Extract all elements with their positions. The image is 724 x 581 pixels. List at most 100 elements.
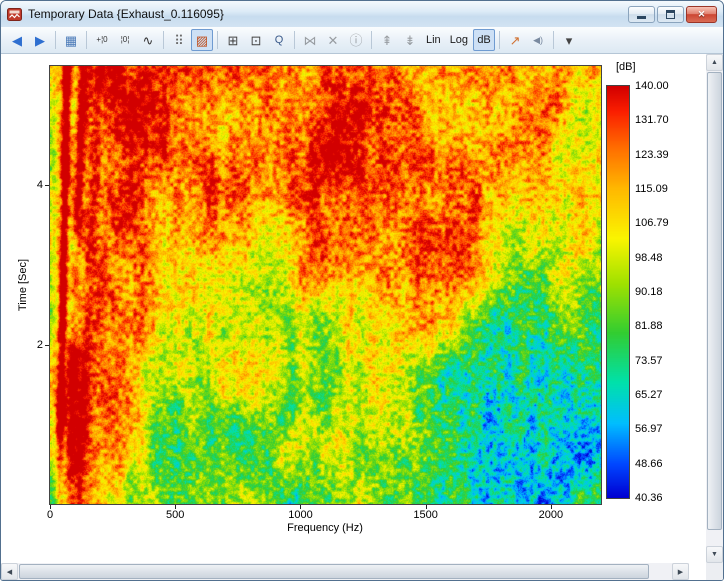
db-scale-button[interactable]: dB <box>473 29 495 51</box>
zoom-reset-icon: ⊡ <box>251 34 262 47</box>
tile-windows-icon: ▦ <box>65 34 77 47</box>
x-tick-label: 1500 <box>413 509 437 521</box>
toolbar-separator <box>163 31 164 49</box>
grid-icon: ⠿ <box>174 34 184 47</box>
colorbar-tick-label: 123.39 <box>635 149 669 161</box>
speaker-icon: ◀) <box>533 36 543 45</box>
log-scale-button[interactable]: Log <box>446 29 472 51</box>
colorbar-tick-label: 56.97 <box>635 423 663 435</box>
marker-icon: ⋈ <box>304 34 317 47</box>
colorbar <box>606 85 630 499</box>
tile-windows-button[interactable]: ▦ <box>60 29 82 51</box>
minimize-icon <box>637 16 646 19</box>
grid-button[interactable]: ⠿ <box>168 29 190 51</box>
scroll-right-button[interactable]: ▶ <box>672 563 689 580</box>
magnifier-icon: Q <box>275 35 284 46</box>
colorbar-tick-label: 115.09 <box>635 183 668 195</box>
arrow-down-icon: ⇟ <box>405 34 416 47</box>
colorbar-tick-label: 73.57 <box>635 355 663 367</box>
toolbar: ◀ ▶ ▦ +¦0 ¦0¦ ∿ ⠿ ▨ ⊞ ⊡ Q ⋈ ✕ ⓘ ⇞ ⇟ Lin LogdB ↗ ◀) ▾ <box>1 27 723 54</box>
horizontal-scroll-thumb[interactable] <box>19 564 649 579</box>
window-title: Temporary Data {Exhaust_0.116095} <box>28 7 224 21</box>
info-icon: ⓘ <box>349 34 362 47</box>
scrollbar-corner <box>706 563 723 580</box>
toolbar-overflow-button[interactable]: ▾ <box>558 29 580 51</box>
colorbar-tick-label: 48.66 <box>635 458 663 470</box>
x-tick-label: 2000 <box>539 509 563 521</box>
chart-area: [dB] Frequency (Hz) Time [Sec] 050010001… <box>1 54 706 563</box>
titlebar[interactable]: Temporary Data {Exhaust_0.116095} ✕ <box>1 1 723 27</box>
toolbar-separator <box>499 31 500 49</box>
export-down-button: ⇟ <box>399 29 421 51</box>
colorbar-tick-label: 90.18 <box>635 286 663 298</box>
x-axis-scale-button[interactable]: +¦0 <box>91 29 113 51</box>
scroll-up-button[interactable]: ▲ <box>706 54 723 71</box>
colorbar-tick-label: 65.27 <box>635 389 663 401</box>
colorbar-unit-label: [dB] <box>616 61 636 73</box>
close-button[interactable]: ✕ <box>686 6 717 23</box>
vertical-scroll-thumb[interactable] <box>707 72 722 530</box>
log-label: Log <box>450 35 468 46</box>
toolbar-separator <box>553 31 554 49</box>
play-icon: ▶ <box>35 34 45 47</box>
toolbar-separator <box>86 31 87 49</box>
arrow-up-icon: ⇞ <box>382 34 393 47</box>
zoom-reset-button[interactable]: ⊡ <box>245 29 267 51</box>
toolbar-separator <box>217 31 218 49</box>
scroll-left-button[interactable]: ◀ <box>1 563 18 580</box>
spectrogram-icon: ▨ <box>196 34 208 47</box>
colorbar-tick-label: 106.79 <box>635 217 669 229</box>
x-tick-label: 1000 <box>288 509 312 521</box>
y-tick-mark <box>45 345 49 346</box>
colorbar-tick-label: 98.48 <box>635 252 663 264</box>
minimize-button[interactable] <box>628 6 655 23</box>
horizontal-scrollbar: ◀ ▶ <box>1 563 689 580</box>
speaker-button[interactable]: ◀) <box>527 29 549 51</box>
zoom-selection-button[interactable]: ⊞ <box>222 29 244 51</box>
curve-scale-icon: ∿ <box>143 34 154 47</box>
x-tick-label: 500 <box>166 509 184 521</box>
x-axis-label: Frequency (Hz) <box>287 522 363 534</box>
export-up-button: ⇞ <box>376 29 398 51</box>
colorbar-tick-label: 140.00 <box>635 80 669 92</box>
window-controls: ✕ <box>628 6 717 23</box>
play-button[interactable]: ▶ <box>29 29 51 51</box>
x-axis-scale-icon: +¦0 <box>96 36 107 44</box>
y-axis-scale-button[interactable]: ¦0¦ <box>114 29 136 51</box>
x-tick-label: 0 <box>47 509 53 521</box>
y-axis-scale-icon: ¦0¦ <box>121 36 130 44</box>
previous-icon: ◀ <box>12 34 22 47</box>
lin-scale-button[interactable]: Lin <box>422 29 445 51</box>
chevron-down-icon: ▾ <box>566 34 573 47</box>
send-to-icon: ↗ <box>510 34 521 47</box>
previous-button[interactable]: ◀ <box>6 29 28 51</box>
content-area: [dB] Frequency (Hz) Time [Sec] 050010001… <box>1 54 723 580</box>
zoom-selection-icon: ⊞ <box>228 34 239 47</box>
vertical-scrollbar: ▲ ▼ <box>706 54 723 563</box>
toolbar-separator <box>294 31 295 49</box>
delete-icon: ✕ <box>328 34 339 47</box>
delete-marker-button: ✕ <box>322 29 344 51</box>
maximize-icon <box>666 10 675 19</box>
toolbar-separator <box>55 31 56 49</box>
y-tick-label: 4 <box>25 179 43 191</box>
y-tick-mark <box>45 185 49 186</box>
lin-label: Lin <box>426 35 441 46</box>
maximize-button[interactable] <box>657 6 684 23</box>
auto-scale-button[interactable]: ∿ <box>137 29 159 51</box>
scroll-down-button[interactable]: ▼ <box>706 546 723 563</box>
colorbar-tick-label: 81.88 <box>635 320 663 332</box>
db-label: dB <box>477 35 490 46</box>
y-tick-label: 2 <box>25 339 43 351</box>
colorbar-tick-label: 40.36 <box>635 492 663 504</box>
app-icon <box>7 7 22 22</box>
marker-button: ⋈ <box>299 29 321 51</box>
send-to-button[interactable]: ↗ <box>504 29 526 51</box>
colorbar-tick-label: 131.70 <box>635 114 669 126</box>
app-window: Temporary Data {Exhaust_0.116095} ✕ ◀ ▶ ▦ +… <box>0 0 724 581</box>
spectrogram-heatmap[interactable] <box>49 65 602 505</box>
info-button: ⓘ <box>345 29 367 51</box>
close-icon: ✕ <box>698 10 706 19</box>
magnifier-button[interactable]: Q <box>268 29 290 51</box>
spectrogram-view-button[interactable]: ▨ <box>191 29 213 51</box>
